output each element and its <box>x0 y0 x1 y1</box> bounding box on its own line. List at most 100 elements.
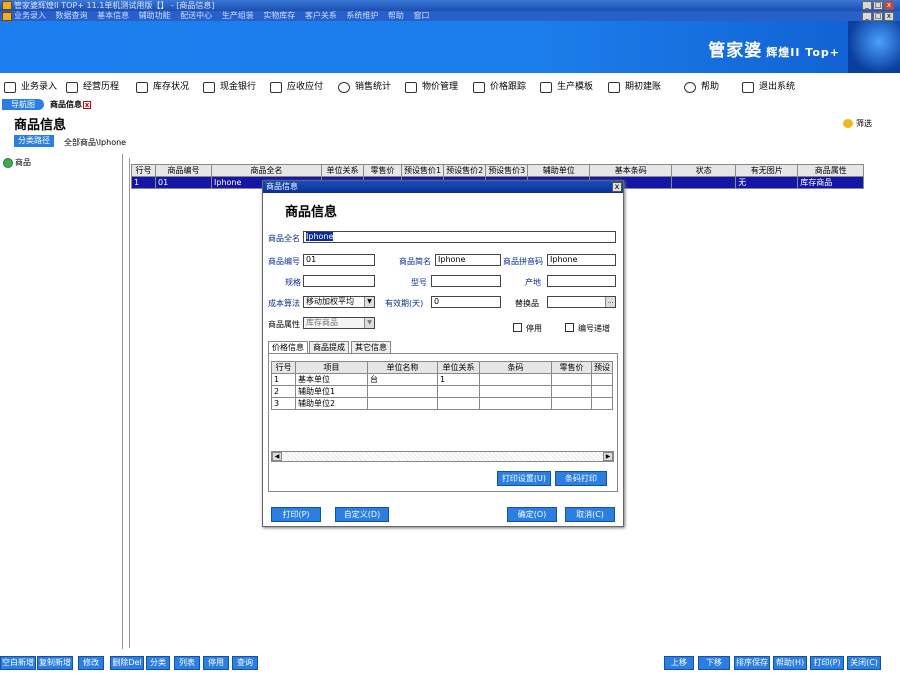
move-down-button[interactable]: 下移 <box>698 656 730 670</box>
table-row[interactable]: 3 辅助单位2 <box>271 397 613 410</box>
column-header[interactable]: 条码 <box>479 361 552 374</box>
column-header[interactable]: 项目 <box>295 361 368 374</box>
menu-item[interactable]: 基本信息 <box>97 11 129 20</box>
horizontal-scrollbar[interactable]: ◀ ▶ <box>271 451 614 462</box>
dialog-close-icon[interactable]: x <box>612 182 622 192</box>
list-button[interactable]: 列表 <box>174 656 200 670</box>
doc-close-button[interactable]: x <box>884 12 894 21</box>
column-header[interactable]: 状态 <box>671 164 737 177</box>
menu-item[interactable]: 配送中心 <box>180 11 212 20</box>
column-header[interactable]: 有无图片 <box>735 164 799 177</box>
attr-select[interactable]: 库存商品 ▼ <box>303 317 375 329</box>
menu-item[interactable]: 客户关系 <box>305 11 337 20</box>
price-cell[interactable] <box>591 385 613 398</box>
full-name-input[interactable]: Iphone <box>303 231 616 243</box>
cancel-button[interactable]: 取消(C) <box>565 507 615 522</box>
price-cell[interactable] <box>367 397 438 410</box>
price-cell[interactable] <box>479 385 552 398</box>
toolbar-stock[interactable]: 库存状况 <box>136 80 189 94</box>
price-cell[interactable]: 辅助单位2 <box>295 397 368 410</box>
price-cell[interactable] <box>551 385 592 398</box>
help-button[interactable]: 帮助(H) <box>773 656 807 670</box>
toolbar-receivable[interactable]: 应收应付 <box>270 80 323 94</box>
validity-input[interactable]: 0 <box>431 296 501 308</box>
toolbar-business-entry[interactable]: 业务录入 <box>4 80 57 94</box>
toolbar-history[interactable]: 经营历程 <box>66 80 119 94</box>
short-name-input[interactable]: Iphone <box>435 254 501 266</box>
column-header[interactable]: 行号 <box>271 361 296 374</box>
toolbar-opening[interactable]: 期初建账 <box>608 80 661 94</box>
disable-button[interactable]: 停用 <box>203 656 229 670</box>
column-header[interactable]: 零售价 <box>551 361 592 374</box>
close-window-button[interactable]: 关闭(C) <box>847 656 881 670</box>
menu-item[interactable]: 窗口 <box>413 11 429 20</box>
table-row[interactable]: 2 辅助单位1 <box>271 385 613 398</box>
column-header[interactable]: 行号 <box>131 164 156 177</box>
spec-input[interactable] <box>303 275 375 287</box>
toolbar-cash[interactable]: 现金银行 <box>203 80 256 94</box>
toolbar-help[interactable]: 帮助 <box>684 80 719 94</box>
code-input[interactable]: 01 <box>303 254 375 266</box>
origin-input[interactable] <box>547 275 616 287</box>
auto-code-checkbox[interactable]: 编号递增 <box>565 323 610 334</box>
price-cell[interactable]: 台 <box>367 373 438 386</box>
column-header[interactable]: 单位关系 <box>437 361 480 374</box>
column-header[interactable]: 商品全名 <box>211 164 322 177</box>
toolbar-exit[interactable]: 退出系统 <box>742 80 795 94</box>
price-cell[interactable] <box>479 397 552 410</box>
column-header[interactable]: 辅助单位 <box>527 164 591 177</box>
price-cell[interactable] <box>479 373 552 386</box>
lookup-icon[interactable]: … <box>605 297 615 307</box>
scroll-right-icon[interactable]: ▶ <box>603 452 613 461</box>
price-cell[interactable] <box>591 397 613 410</box>
toolbar-production[interactable]: 生产模板 <box>540 80 593 94</box>
column-header[interactable]: 零售价 <box>363 164 402 177</box>
copy-new-button[interactable]: 复制新增 <box>37 656 73 670</box>
column-header[interactable]: 商品编号 <box>155 164 212 177</box>
table-row[interactable]: 1 基本单位 台 1 <box>271 373 613 386</box>
tab-other-info[interactable]: 其它信息 <box>351 341 391 353</box>
close-button[interactable]: x <box>884 1 894 10</box>
column-header[interactable]: 基本条码 <box>589 164 673 177</box>
filter-button[interactable]: 筛选 <box>843 118 872 129</box>
column-header[interactable]: 单位名称 <box>367 361 438 374</box>
menu-item[interactable]: 实物库存 <box>263 11 295 20</box>
custom-button[interactable]: 自定义(D) <box>335 507 389 522</box>
price-cell[interactable]: 基本单位 <box>295 373 368 386</box>
menu-item[interactable]: 业务录入 <box>14 11 46 20</box>
scroll-left-icon[interactable]: ◀ <box>272 452 282 461</box>
menu-item[interactable]: 生产组装 <box>222 11 254 20</box>
tree-node-root[interactable]: 商品 <box>3 157 31 168</box>
tab-product-info[interactable]: 商品信息 x <box>50 99 91 110</box>
price-cell[interactable] <box>551 397 592 410</box>
menu-item[interactable]: 数据查询 <box>56 11 88 20</box>
menu-item[interactable]: 辅助功能 <box>139 11 171 20</box>
print-settings-button[interactable]: 打印设置(U) <box>497 471 551 486</box>
disabled-checkbox[interactable]: 停用 <box>513 323 542 334</box>
close-tab-icon[interactable]: x <box>83 101 91 109</box>
barcode-print-button[interactable]: 条码打印 <box>555 471 607 486</box>
ok-button[interactable]: 确定(O) <box>507 507 557 522</box>
doc-minimize-button[interactable]: _ <box>862 12 872 21</box>
tab-commission[interactable]: 商品提成 <box>309 341 349 353</box>
move-up-button[interactable]: 上移 <box>664 656 694 670</box>
column-header[interactable]: 预设 <box>591 361 613 374</box>
toolbar-price-mgmt[interactable]: 物价管理 <box>405 80 458 94</box>
doc-maximize-button[interactable]: □ <box>873 12 883 21</box>
price-cell[interactable] <box>437 397 480 410</box>
print-list-button[interactable]: 打印(P) <box>810 656 844 670</box>
query-button[interactable]: 查询 <box>232 656 258 670</box>
print-button[interactable]: 打印(P) <box>271 507 321 522</box>
column-header[interactable]: 商品属性 <box>797 164 865 177</box>
substitute-input[interactable]: … <box>547 296 616 308</box>
price-cell[interactable] <box>551 373 592 386</box>
menu-item[interactable]: 系统维护 <box>346 11 378 20</box>
menu-item[interactable]: 帮助 <box>388 11 404 20</box>
blank-new-button[interactable]: 空白新增 <box>0 656 36 670</box>
model-input[interactable] <box>431 275 501 287</box>
cost-method-select[interactable]: 移动加权平均 ▼ <box>303 296 375 308</box>
price-cell[interactable]: 辅助单位1 <box>295 385 368 398</box>
edit-button[interactable]: 修改 <box>78 656 104 670</box>
column-header[interactable]: 预设售价3 <box>485 164 529 177</box>
chevron-down-icon[interactable]: ▼ <box>364 318 374 328</box>
